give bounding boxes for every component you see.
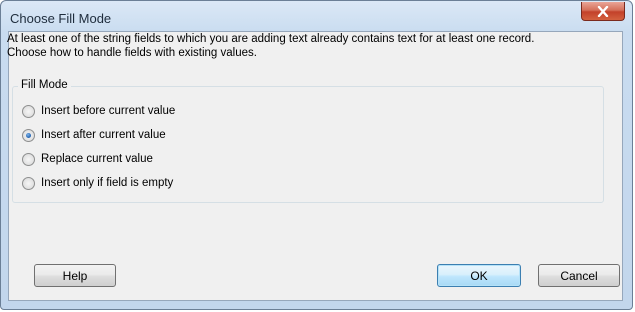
radio-button[interactable] bbox=[22, 176, 35, 190]
radio-insert-before[interactable]: Insert before current value bbox=[22, 103, 175, 119]
close-button[interactable] bbox=[581, 2, 625, 21]
radio-insert-if-empty[interactable]: Insert only if field is empty bbox=[22, 175, 173, 191]
radio-button-selected[interactable] bbox=[22, 128, 35, 142]
dialog-message: At least one of the string fields to whi… bbox=[7, 32, 607, 60]
radio-insert-after[interactable]: Insert after current value bbox=[22, 127, 166, 143]
help-button[interactable]: Help bbox=[34, 264, 116, 287]
message-line-2: Choose how to handle fields with existin… bbox=[7, 47, 257, 59]
message-line-1: At least one of the string fields to whi… bbox=[7, 33, 535, 45]
fill-mode-group-label: Fill Mode bbox=[18, 79, 71, 91]
radio-button[interactable] bbox=[22, 152, 35, 166]
radio-label: Insert only if field is empty bbox=[41, 177, 174, 189]
dialog-title: Choose Fill Mode bbox=[10, 11, 112, 26]
fill-mode-group: Fill Mode Insert before current value In… bbox=[12, 79, 604, 203]
radio-label: Replace current value bbox=[41, 153, 153, 165]
ok-button[interactable]: OK bbox=[437, 264, 521, 287]
radio-replace-current[interactable]: Replace current value bbox=[22, 151, 153, 167]
close-icon bbox=[597, 5, 609, 17]
radio-label: Insert before current value bbox=[41, 105, 176, 117]
radio-button[interactable] bbox=[22, 104, 35, 118]
radio-label: Insert after current value bbox=[41, 129, 166, 141]
cancel-button[interactable]: Cancel bbox=[538, 264, 620, 287]
